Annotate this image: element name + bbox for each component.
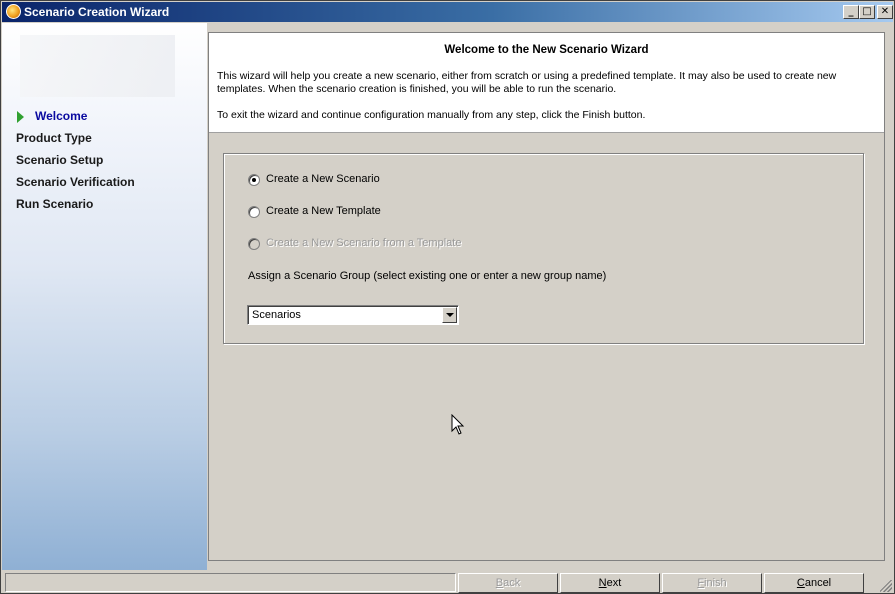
step-run-scenario[interactable]: Run Scenario bbox=[16, 197, 93, 211]
minimize-icon: _ bbox=[848, 6, 854, 17]
wizard-steps-sidebar: Welcome Product Type Scenario Setup Scen… bbox=[2, 23, 207, 570]
logo-placeholder bbox=[20, 35, 175, 97]
page-description: This wizard will help you create a new s… bbox=[217, 70, 837, 95]
scenario-group-combobox[interactable]: Scenarios bbox=[247, 305, 459, 325]
next-button[interactable]: Next bbox=[560, 573, 660, 593]
wizard-button-bar: Back Next Finish Cancel bbox=[2, 571, 894, 594]
wizard-window: Scenario Creation Wizard _ □ ✕ Welcome P… bbox=[0, 0, 895, 594]
resize-grip-icon[interactable] bbox=[880, 580, 892, 592]
step-welcome[interactable]: Welcome bbox=[35, 109, 87, 123]
radio-button-icon bbox=[248, 238, 260, 250]
radio-button-icon[interactable] bbox=[248, 206, 260, 218]
step-scenario-verification[interactable]: Scenario Verification bbox=[16, 175, 135, 189]
radio-button-icon[interactable] bbox=[248, 174, 260, 186]
scenario-options-group: Create a New Scenario Create a New Templ… bbox=[223, 153, 864, 344]
exit-note: To exit the wizard and continue configur… bbox=[217, 109, 646, 121]
minimize-button[interactable]: _ bbox=[843, 5, 859, 19]
close-button[interactable]: ✕ bbox=[877, 5, 893, 19]
radio-label: Create a New Template bbox=[266, 205, 381, 217]
scenario-group-label: Assign a Scenario Group (select existing… bbox=[248, 270, 607, 282]
title-bar[interactable]: Scenario Creation Wizard _ □ ✕ bbox=[2, 2, 893, 22]
wizard-content-panel: Welcome to the New Scenario Wizard This … bbox=[208, 32, 885, 561]
app-icon bbox=[6, 4, 21, 19]
maximize-button[interactable]: □ bbox=[859, 5, 875, 19]
radio-label: Create a New Scenario bbox=[266, 173, 380, 185]
current-step-arrow-icon bbox=[17, 111, 24, 123]
close-icon: ✕ bbox=[880, 6, 890, 17]
step-product-type[interactable]: Product Type bbox=[16, 131, 92, 145]
maximize-icon: □ bbox=[862, 6, 872, 17]
mouse-cursor-icon bbox=[451, 414, 465, 435]
step-scenario-setup[interactable]: Scenario Setup bbox=[16, 153, 103, 167]
scenario-group-value: Scenarios bbox=[252, 309, 301, 321]
radio-label: Create a New Scenario from a Template bbox=[266, 237, 462, 249]
back-button[interactable]: Back bbox=[458, 573, 558, 593]
cancel-button[interactable]: Cancel bbox=[764, 573, 864, 593]
finish-button[interactable]: Finish bbox=[662, 573, 762, 593]
chevron-down-icon[interactable] bbox=[442, 307, 457, 323]
status-field bbox=[5, 573, 456, 592]
window-title: Scenario Creation Wizard bbox=[24, 5, 170, 19]
page-title: Welcome to the New Scenario Wizard bbox=[444, 44, 649, 56]
wizard-header: Welcome to the New Scenario Wizard This … bbox=[209, 33, 884, 133]
